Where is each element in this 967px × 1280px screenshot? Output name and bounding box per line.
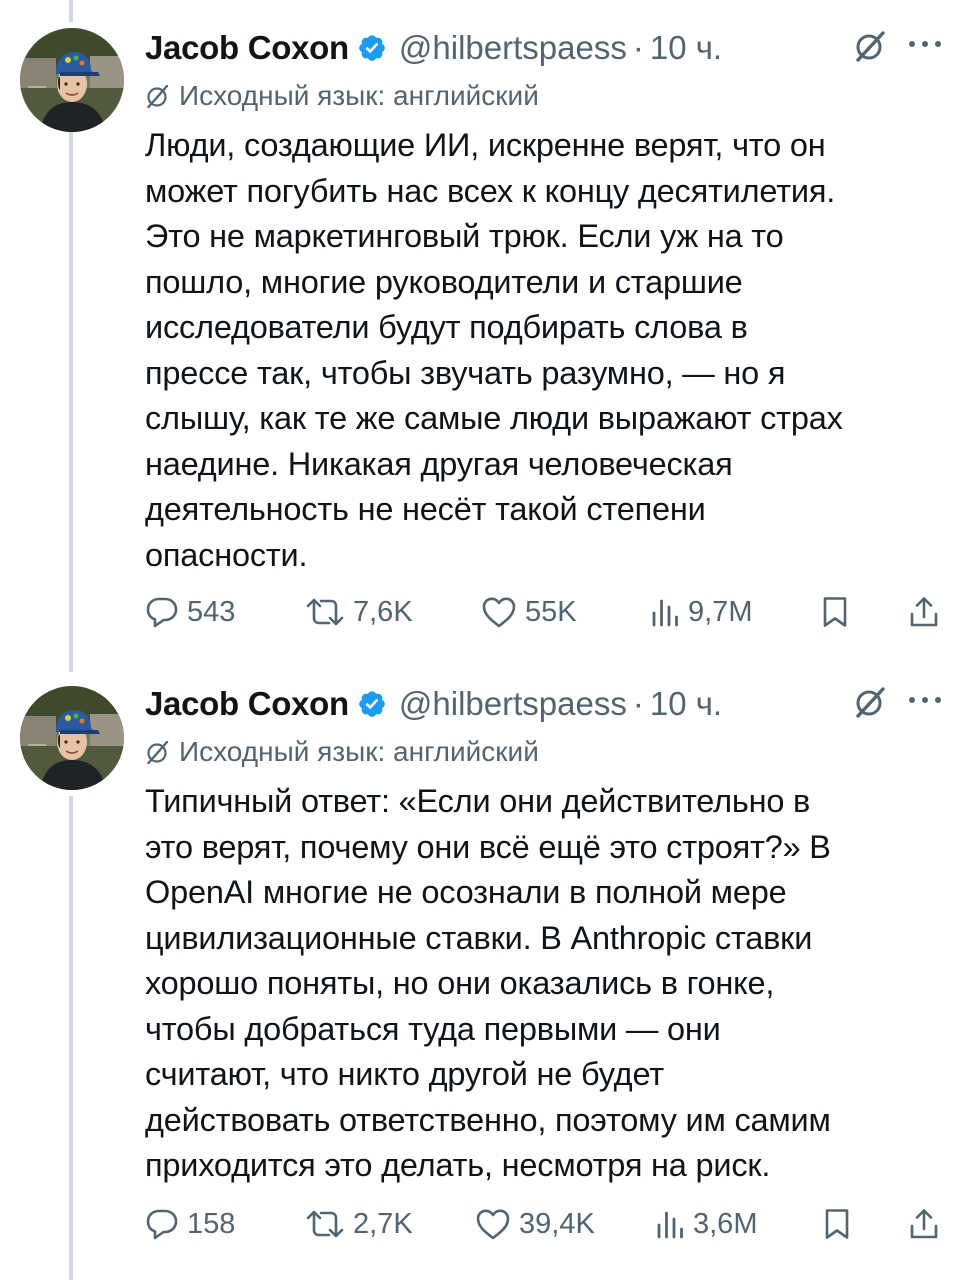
tweet-time[interactable]: 10 ч.: [650, 29, 722, 67]
share-button[interactable]: [908, 588, 940, 636]
avatar-image: [20, 28, 124, 132]
translation-label: Исходный язык: английский: [179, 736, 539, 767]
tweet-header: Jacob Coxon @hilbertspaess · 10 ч.: [145, 680, 722, 728]
bookmark-button[interactable]: [820, 588, 850, 636]
reply-button[interactable]: 158: [145, 1200, 235, 1248]
like-icon: [481, 595, 517, 629]
repost-button[interactable]: 2,7K: [305, 1200, 413, 1248]
verified-badge-icon: [357, 33, 387, 63]
share-button[interactable]: [908, 1200, 940, 1248]
views-button[interactable]: 9,7M: [650, 588, 752, 636]
like-button[interactable]: 55K: [481, 588, 577, 636]
more-icon[interactable]: [905, 34, 945, 54]
share-icon: [908, 595, 940, 629]
repost-icon: [305, 595, 345, 629]
reply-button[interactable]: 543: [145, 588, 235, 636]
views-count: 9,7M: [688, 595, 753, 628]
more-icon[interactable]: [905, 690, 945, 710]
tweet-header: Jacob Coxon @hilbertspaess · 10 ч.: [145, 24, 722, 72]
share-icon: [908, 1207, 940, 1241]
repost-button[interactable]: 7,6K: [305, 588, 413, 636]
author-name[interactable]: Jacob Coxon: [145, 29, 349, 67]
action-bar: 543 7,6K 55K 9,7M: [0, 588, 967, 636]
grok-icon[interactable]: [852, 28, 888, 64]
repost-icon: [305, 1207, 345, 1241]
separator: ·: [632, 685, 644, 722]
author-handle[interactable]: @hilbertspaess: [399, 685, 627, 723]
bookmark-button[interactable]: [822, 1200, 852, 1248]
author-handle[interactable]: @hilbertspaess: [399, 29, 627, 67]
grok-icon[interactable]: [852, 684, 888, 720]
repost-count: 7,6K: [353, 595, 413, 628]
reply-icon: [145, 1207, 179, 1241]
views-icon: [655, 1207, 685, 1241]
like-icon: [475, 1207, 511, 1241]
translation-notice[interactable]: Исходный язык: английский: [145, 736, 539, 768]
separator: ·: [632, 29, 644, 66]
translation-label: Исходный язык: английский: [179, 80, 539, 111]
action-bar: 158 2,7K 39,4K 3,6M: [0, 1200, 967, 1248]
like-count: 39,4K: [519, 1207, 595, 1240]
like-button[interactable]: 39,4K: [475, 1200, 595, 1248]
avatar[interactable]: [20, 686, 124, 790]
reply-count: 158: [187, 1207, 236, 1240]
bookmark-icon: [820, 595, 850, 629]
tweet-time[interactable]: 10 ч.: [650, 685, 722, 723]
author-name[interactable]: Jacob Coxon: [145, 685, 349, 723]
verified-badge-icon: [357, 689, 387, 719]
translate-icon: [145, 739, 171, 765]
translate-icon: [145, 83, 171, 109]
tweet-2[interactable]: Jacob Coxon @hilbertspaess · 10 ч. Исход…: [0, 680, 967, 1270]
views-button[interactable]: 3,6M: [655, 1200, 757, 1248]
avatar-image: [20, 686, 124, 790]
reply-count: 543: [187, 595, 236, 628]
views-count: 3,6M: [693, 1207, 758, 1240]
views-icon: [650, 595, 680, 629]
reply-icon: [145, 595, 179, 629]
tweet-text: Люди, создающие ИИ, искренне верят, что …: [145, 127, 843, 573]
thread-line-top: [69, 0, 73, 22]
translation-notice[interactable]: Исходный язык: английский: [145, 80, 539, 112]
tweet-1[interactable]: Jacob Coxon @hilbertspaess · 10 ч. Исход…: [0, 24, 967, 664]
like-count: 55K: [525, 595, 577, 628]
tweet-text: Типичный ответ: «Если они действительно …: [145, 783, 831, 1183]
avatar[interactable]: [20, 28, 124, 132]
repost-count: 2,7K: [353, 1207, 413, 1240]
bookmark-icon: [822, 1207, 852, 1241]
